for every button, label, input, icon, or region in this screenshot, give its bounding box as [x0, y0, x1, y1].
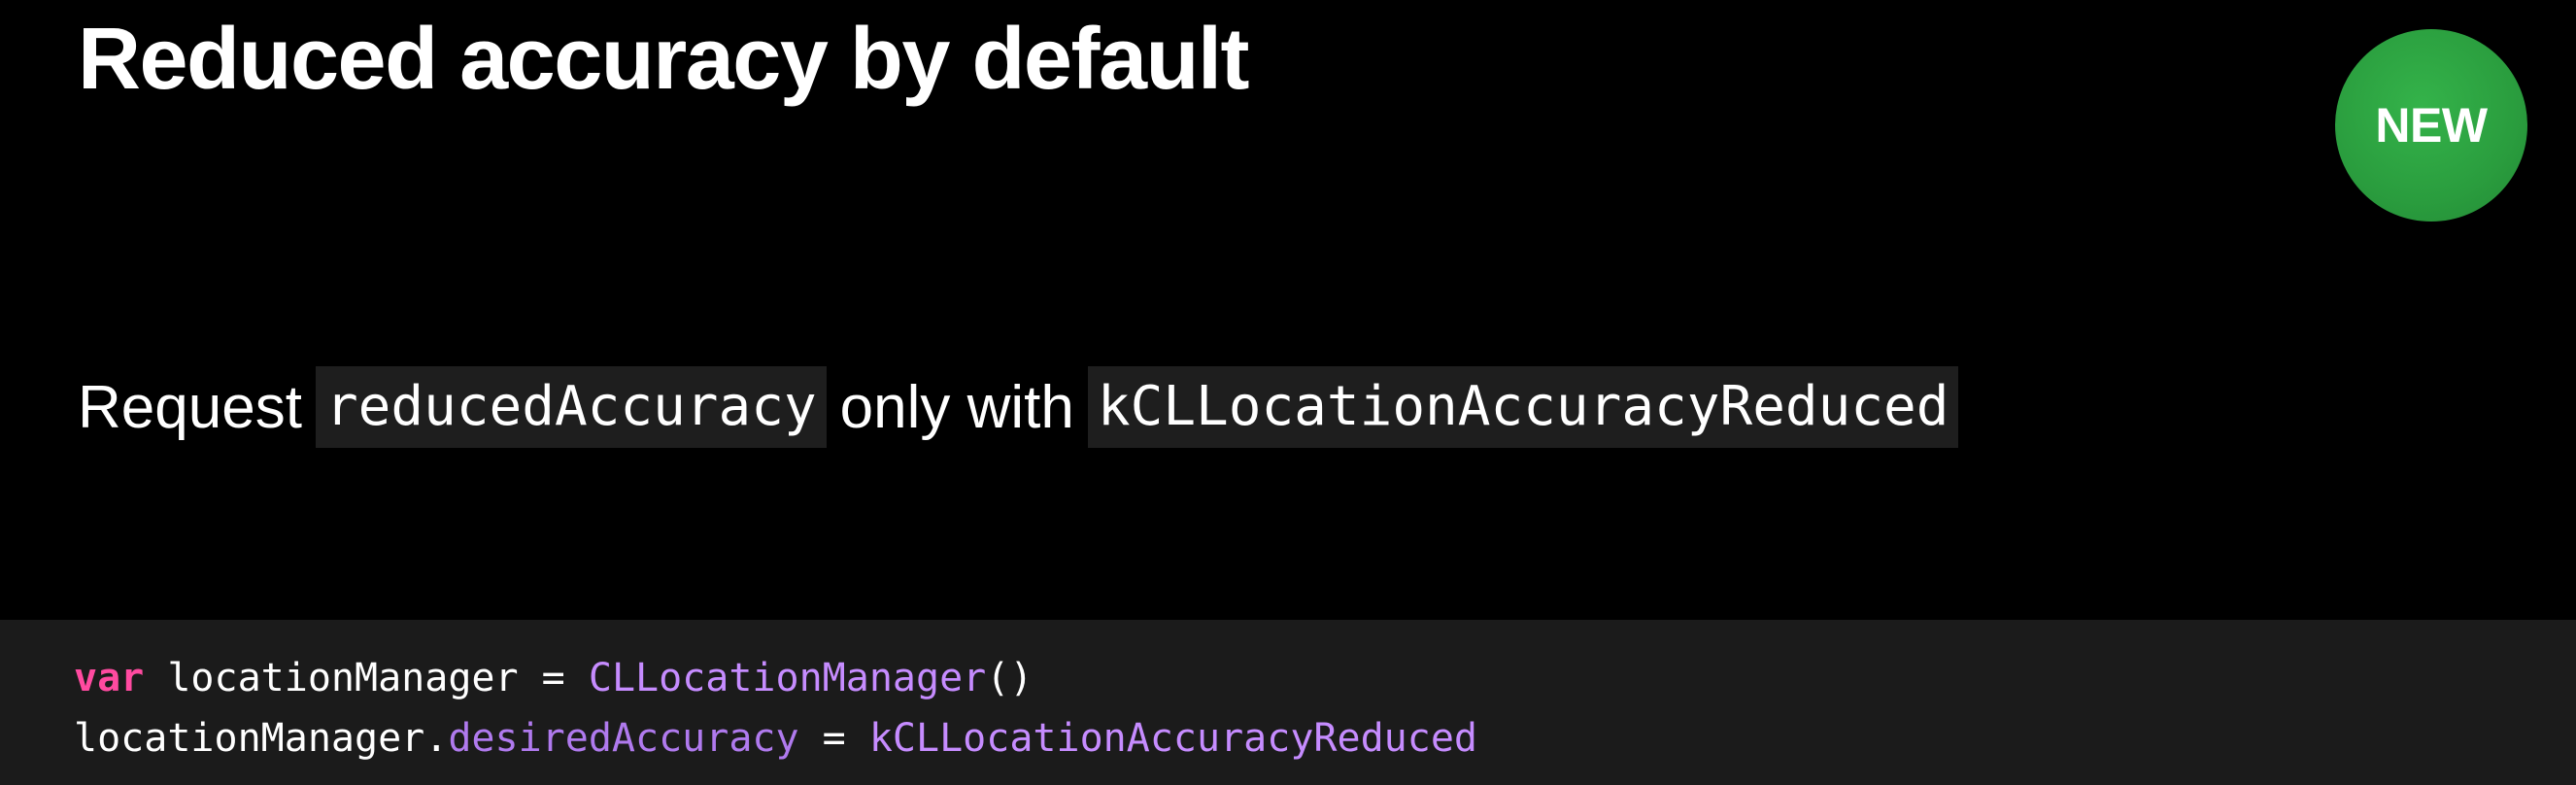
new-badge: NEW: [2335, 29, 2527, 222]
body-middle: only with: [839, 373, 1074, 441]
inline-code-accuracy-reduced: kCLLocationAccuracyReduced: [1087, 366, 1959, 448]
slide: Reduced accuracy by default NEW Request …: [0, 0, 2576, 785]
new-badge-label: NEW: [2375, 98, 2488, 153]
code-equals-2: =: [822, 716, 846, 761]
code-type: CLLocationManager: [588, 656, 987, 700]
code-call: (): [986, 656, 1034, 700]
code-receiver: locationManager: [74, 716, 425, 761]
slide-title: Reduced accuracy by default: [78, 11, 1249, 108]
code-dot: .: [424, 716, 449, 761]
body-prefix: Request: [78, 373, 302, 441]
code-block: var locationManager = CLLocationManager(…: [0, 620, 2576, 785]
code-property: desiredAccuracy: [448, 716, 799, 761]
code-line-2: locationManager.desiredAccuracy = kCLLoc…: [74, 707, 1477, 769]
code-keyword-var: var: [74, 656, 145, 700]
code-line-1: var locationManager = CLLocationManager(…: [74, 647, 1033, 709]
code-value: kCLLocationAccuracyReduced: [868, 716, 1477, 761]
code-variable: locationManager: [167, 656, 519, 700]
body-text: Request reducedAccuracy only with kCLLoc…: [78, 363, 1959, 451]
inline-code-reduced-accuracy: reducedAccuracy: [315, 366, 827, 448]
code-equals-1: =: [541, 656, 565, 700]
